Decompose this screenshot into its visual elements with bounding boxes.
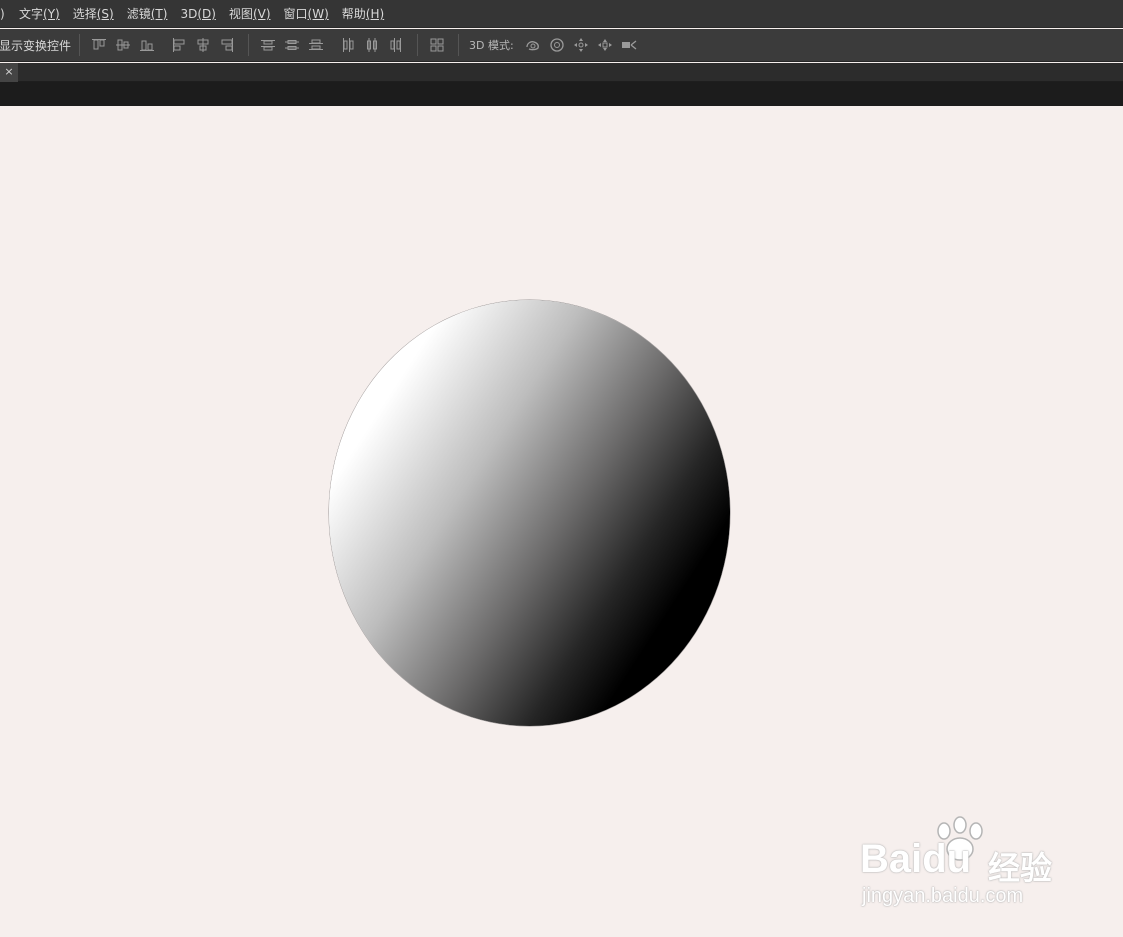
document-canvas[interactable] xyxy=(0,106,1123,937)
options-bar: 显示变换控件 3D 模式: xyxy=(0,29,1123,62)
distribute-right-icon[interactable] xyxy=(385,34,407,56)
distribute-top-icon[interactable] xyxy=(257,34,279,56)
menu-bar: ) 文字(Y) 选择(S) 滤镜(T) 3D(D) 视图(V) 窗口(W) 帮助… xyxy=(0,0,1123,28)
roll-3d-icon[interactable] xyxy=(546,34,568,56)
menu-item-3d[interactable]: 3D(D) xyxy=(180,7,215,21)
baidu-jingyan-watermark: Baidu 经验 jingyan.baidu.com xyxy=(860,815,1070,915)
show-transform-controls-label[interactable]: 显示变换控件 xyxy=(0,37,71,54)
distribute-hcenter-icon[interactable] xyxy=(361,34,383,56)
gradient-sphere[interactable] xyxy=(329,300,730,726)
watermark-url: jingyan.baidu.com xyxy=(862,885,1024,907)
menu-item-select[interactable]: 选择(S) xyxy=(73,5,114,22)
separator xyxy=(248,34,250,56)
document-header-band xyxy=(0,82,1123,106)
drag-3d-icon[interactable] xyxy=(570,34,592,56)
align-top-icon[interactable] xyxy=(88,34,110,56)
menu-item-cut[interactable]: ) xyxy=(0,7,10,21)
align-hcenter-icon[interactable] xyxy=(192,34,214,56)
rotate-3d-icon[interactable] xyxy=(522,34,544,56)
watermark-logo: Baidu xyxy=(860,837,972,881)
separator xyxy=(458,34,460,56)
menu-item-window[interactable]: 窗口(W) xyxy=(284,5,329,22)
align-bottom-icon[interactable] xyxy=(136,34,158,56)
separator xyxy=(417,34,419,56)
distribute-vcenter-icon[interactable] xyxy=(281,34,303,56)
align-left-icon[interactable] xyxy=(168,34,190,56)
distribute-left-icon[interactable] xyxy=(337,34,359,56)
scale-3d-icon[interactable] xyxy=(618,34,640,56)
auto-align-icon[interactable] xyxy=(426,34,448,56)
menu-item-help[interactable]: 帮助(H) xyxy=(342,5,384,22)
distribute-bottom-icon[interactable] xyxy=(305,34,327,56)
document-tab-strip: × xyxy=(0,63,1123,82)
align-right-icon[interactable] xyxy=(216,34,238,56)
watermark-cn-text: 经验 xyxy=(988,849,1053,887)
3d-mode-label: 3D 模式: xyxy=(469,39,514,52)
align-vcenter-icon[interactable] xyxy=(112,34,134,56)
separator xyxy=(79,34,81,56)
slide-3d-icon[interactable] xyxy=(594,34,616,56)
menu-item-view[interactable]: 视图(V) xyxy=(229,5,271,22)
close-tab-button[interactable]: × xyxy=(0,63,18,82)
menu-item-type[interactable]: 文字(Y) xyxy=(19,5,60,22)
menu-item-filter[interactable]: 滤镜(T) xyxy=(127,5,168,22)
